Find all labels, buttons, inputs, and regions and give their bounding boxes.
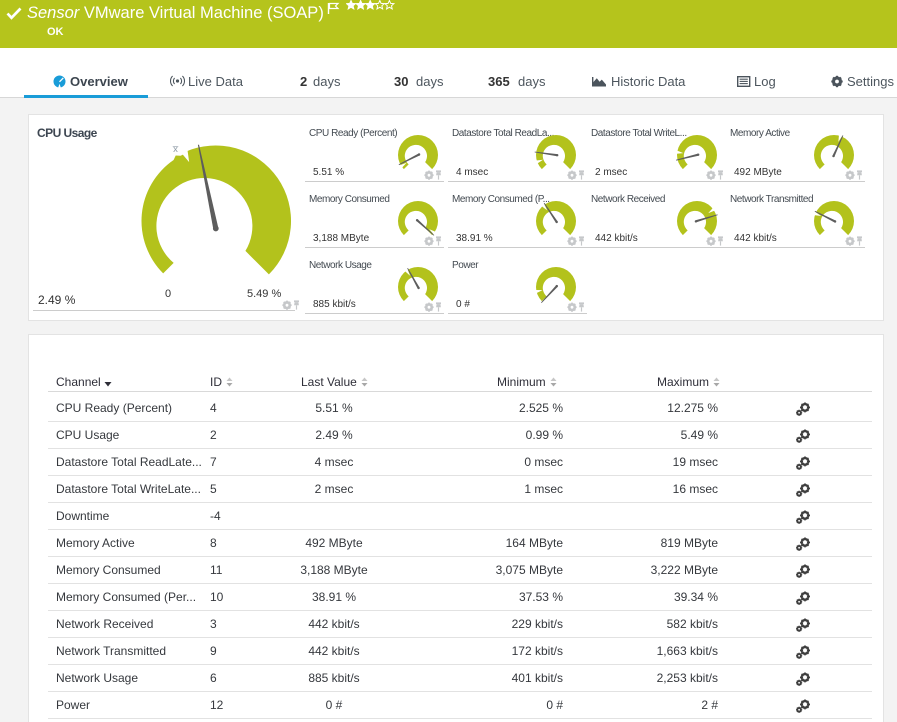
svg-text:x̅: x̅ xyxy=(172,144,178,155)
